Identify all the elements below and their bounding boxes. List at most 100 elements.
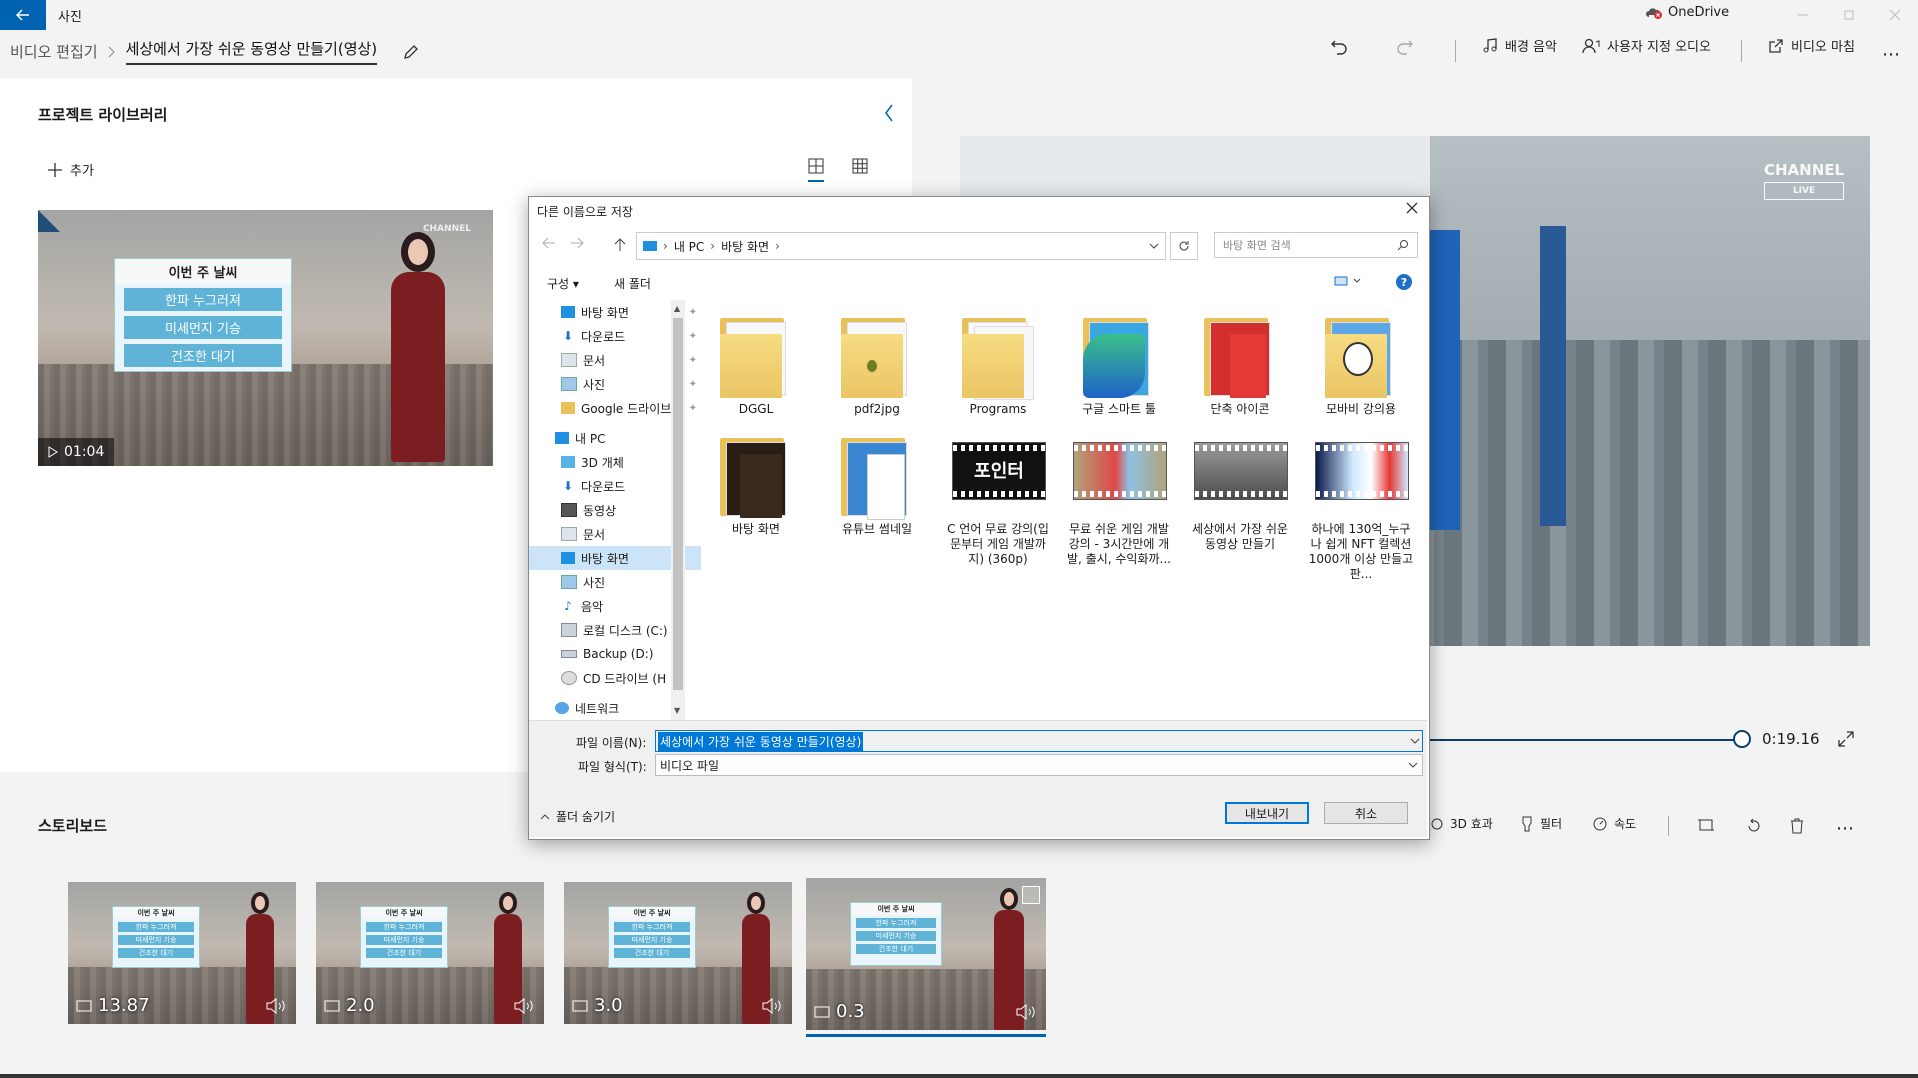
seek-thumb[interactable] — [1733, 730, 1751, 748]
breadcrumb-video-editor[interactable]: 비디오 편집기 — [10, 41, 98, 62]
address-bar[interactable]: › 내 PC › 바탕 화면 › — [636, 232, 1166, 260]
scroll-up-arrow-icon[interactable]: ▲ — [674, 304, 680, 313]
file-item-folder[interactable]: Programs — [944, 312, 1052, 417]
storyboard-clip[interactable]: 이번 주 날씨 한파 누그러져 미세먼지 기승 건조한 대기 13.87 — [68, 882, 296, 1024]
file-item-folder[interactable]: 바탕 화면 — [702, 432, 810, 537]
clip-volume-button[interactable] — [1016, 1004, 1038, 1020]
clip-select-checkbox[interactable] — [1022, 886, 1040, 904]
crop-button[interactable] — [1698, 818, 1714, 832]
folder-icon — [1069, 312, 1169, 398]
3d-effects-button[interactable]: 3D 효과 — [1430, 815, 1493, 832]
file-item-video[interactable]: 포인터 C 언어 무료 강의(입문부터 게임 개발까지) (360p) — [944, 432, 1052, 567]
file-item-folder[interactable]: DGGL — [702, 312, 810, 417]
minimize-button[interactable] — [1780, 0, 1826, 30]
nav-label: 바탕 화면 — [581, 551, 629, 566]
used-in-project-marker — [38, 210, 60, 232]
arrow-right-icon — [571, 237, 584, 249]
back-button[interactable] — [0, 0, 46, 30]
folder-icon — [1190, 312, 1290, 398]
address-segment[interactable]: 내 PC — [674, 238, 704, 255]
clip-weather-board: 이번 주 날씨 한파 누그러져 미세먼지 기승 건조한 대기 — [360, 906, 448, 968]
filename-value: 세상에서 가장 쉬운 동영상 만들기(영상) — [658, 731, 864, 751]
clip-volume-button[interactable] — [762, 998, 784, 1014]
refresh-button[interactable] — [1170, 232, 1198, 260]
storyboard-clip[interactable]: 이번 주 날씨 한파 누그러져 미세먼지 기승 건조한 대기 2.0 — [316, 882, 544, 1024]
delete-button[interactable] — [1790, 818, 1804, 834]
nav-scrollbar-thumb[interactable] — [673, 318, 683, 690]
clip-volume-button[interactable] — [266, 998, 288, 1014]
maximize-button[interactable] — [1826, 0, 1872, 30]
organize-menu[interactable]: 구성 ▾ — [547, 275, 579, 292]
minimize-icon — [1798, 14, 1808, 16]
clip-duration-text: 3.0 — [594, 995, 623, 1016]
file-item-video[interactable]: 하나에 130억_누구나 쉽게 NFT 컬렉션 1000개 이상 만들고 판..… — [1307, 432, 1415, 582]
help-button[interactable]: ? — [1396, 274, 1412, 290]
export-button[interactable]: 내보내기 — [1225, 802, 1309, 824]
back-nav-button[interactable] — [542, 237, 556, 249]
undo-button[interactable] — [1330, 38, 1348, 56]
small-thumbnail-view-button[interactable] — [852, 158, 868, 174]
file-item-video[interactable]: 세상에서 가장 쉬운 동영상 만들기 — [1186, 432, 1294, 552]
redo-button[interactable] — [1396, 38, 1414, 56]
nav-label: 사진 — [583, 575, 606, 590]
collapse-library-button[interactable] — [884, 104, 894, 122]
speed-gauge-icon — [1593, 817, 1607, 830]
board-item: 건조한 대기 — [124, 344, 282, 367]
filters-button[interactable]: 필터 — [1520, 815, 1562, 832]
share-export-icon — [1769, 38, 1783, 53]
folder-icon — [706, 432, 806, 518]
speed-button[interactable]: 속도 — [1592, 815, 1636, 832]
dialog-close-button[interactable] — [1404, 200, 1420, 216]
crop-icon — [1698, 819, 1714, 831]
filetype-select[interactable]: 비디오 파일 — [655, 754, 1423, 776]
file-item-folder[interactable]: 모바비 강의용 — [1307, 312, 1415, 417]
filename-input[interactable]: 세상에서 가장 쉬운 동영상 만들기(영상) — [655, 730, 1423, 752]
custom-audio-button[interactable]: 사용자 지정 오디오 — [1582, 36, 1711, 55]
forward-nav-button[interactable] — [570, 237, 584, 249]
cancel-button[interactable]: 취소 — [1324, 802, 1408, 824]
storyboard-clip[interactable]: 이번 주 날씨 한파 누그러져 미세먼지 기승 건조한 대기 3.0 — [564, 882, 792, 1024]
address-segment[interactable]: 바탕 화면 — [721, 238, 769, 255]
file-item-folder[interactable]: 구글 스마트 툴 — [1065, 312, 1173, 417]
chevron-down-icon[interactable] — [1410, 738, 1420, 744]
library-media-item[interactable]: 이번 주 날씨 한파 누그러져 미세먼지 기승 건조한 대기 CHANNEL 0… — [38, 210, 493, 466]
more-options-button[interactable]: ⋯ — [1882, 44, 1902, 65]
add-media-button[interactable]: 추가 — [48, 160, 94, 179]
file-item-folder[interactable]: 단축 아이콘 — [1186, 312, 1294, 417]
file-item-folder[interactable]: 유튜브 썸네일 — [823, 432, 931, 537]
live-badge: LIVE — [1764, 182, 1845, 200]
storyboard-clip-selected[interactable]: 이번 주 날씨 한파 누그러져 미세먼지 기승 건조한 대기 0.3 — [806, 878, 1046, 1030]
file-item-folder[interactable]: pdf2jpg — [823, 312, 931, 417]
seek-bar[interactable] — [1430, 739, 1742, 741]
file-name: pdf2jpg — [854, 402, 900, 416]
nav-label: Google 드라이브 — [581, 401, 672, 416]
onedrive-error-icon — [1646, 7, 1662, 19]
chevron-down-icon[interactable] — [1149, 243, 1159, 249]
3d-effects-icon — [1431, 818, 1443, 829]
background-music-button[interactable]: 배경 음악 — [1482, 36, 1557, 55]
clip-volume-button[interactable] — [514, 998, 536, 1014]
close-window-button[interactable] — [1872, 0, 1918, 30]
film-icon — [814, 1006, 830, 1017]
new-folder-button[interactable]: 새 폴더 — [614, 275, 651, 292]
hide-folders-toggle[interactable]: 폴더 숨기기 — [540, 808, 615, 825]
edit-pencil-icon[interactable] — [403, 44, 419, 60]
project-title: 세상에서 가장 쉬운 동영상 만들기(영상) — [125, 38, 378, 65]
onedrive-status[interactable]: OneDrive — [1646, 5, 1729, 20]
large-thumbnail-view-button[interactable] — [808, 158, 824, 182]
board-item: 건조한 대기 — [118, 948, 194, 958]
title-bar — [0, 0, 1918, 30]
dialog-search-input[interactable]: 바탕 화면 검색 — [1214, 232, 1418, 258]
file-name: 유튜브 썸네일 — [841, 522, 913, 536]
refresh-icon — [1179, 241, 1189, 251]
finish-video-button[interactable]: 비디오 마침 — [1768, 36, 1855, 55]
rotate-button[interactable] — [1746, 818, 1762, 834]
storyboard-more-button[interactable]: ⋯ — [1836, 818, 1856, 839]
nav-label: 다운로드 — [581, 479, 626, 494]
view-options-button[interactable] — [1334, 275, 1364, 287]
file-item-video[interactable]: 무료 쉬운 게임 개발 강의 - 3시간만에 개발, 출시, 수익화까... — [1065, 432, 1173, 567]
up-nav-button[interactable] — [614, 238, 626, 252]
clip-weather-board: 이번 주 날씨 한파 누그러져 미세먼지 기승 건조한 대기 — [112, 906, 200, 968]
scroll-down-arrow-icon[interactable]: ▼ — [674, 706, 680, 715]
fullscreen-button[interactable] — [1838, 731, 1854, 747]
